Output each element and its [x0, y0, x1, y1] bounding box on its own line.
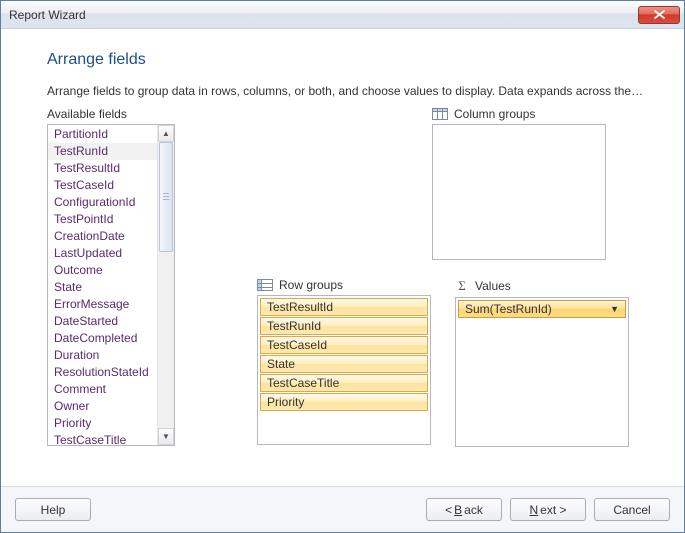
available-fields-label: Available fields: [47, 107, 217, 121]
scroll-track[interactable]: [158, 142, 174, 428]
page-heading: Arrange fields: [47, 51, 656, 69]
close-button[interactable]: [638, 6, 680, 24]
available-field-item[interactable]: Owner: [48, 398, 157, 415]
available-field-item[interactable]: State: [48, 279, 157, 296]
row-groups-section: Row groups TestResultIdTestRunIdTestCase…: [257, 278, 431, 447]
available-field-item[interactable]: Comment: [48, 381, 157, 398]
available-field-item[interactable]: Outcome: [48, 262, 157, 279]
drop-zones: Column groups: [257, 107, 656, 447]
available-field-item[interactable]: ConfigurationId: [48, 194, 157, 211]
column-groups-label-text: Column groups: [454, 107, 535, 121]
available-field-item[interactable]: LastUpdated: [48, 245, 157, 262]
available-field-item[interactable]: DateStarted: [48, 313, 157, 330]
row-groups-label: Row groups: [257, 278, 431, 292]
available-field-item[interactable]: PartitionId: [48, 126, 157, 143]
row-groups-icon: [257, 279, 273, 291]
report-wizard-window: Report Wizard Arrange fields Arrange fie…: [0, 0, 685, 533]
row-groups-list: TestResultIdTestRunIdTestCaseIdStateTest…: [258, 296, 430, 413]
row-and-values: Row groups TestResultIdTestRunIdTestCase…: [257, 278, 656, 447]
wizard-footer: Help < Back Next > Cancel: [1, 486, 684, 532]
dropdown-arrow-icon[interactable]: ▼: [610, 304, 619, 314]
row-group-item[interactable]: TestCaseId: [260, 336, 428, 354]
row-group-item[interactable]: Priority: [260, 393, 428, 411]
available-fields-list[interactable]: PartitionIdTestRunIdTestResultIdTestCase…: [48, 125, 157, 445]
available-fields-scrollbar[interactable]: ▲ ▼: [157, 125, 174, 445]
available-field-item[interactable]: TestRunId: [48, 143, 157, 160]
cancel-button[interactable]: Cancel: [594, 498, 670, 521]
available-field-item[interactable]: TestCaseTitle: [48, 432, 157, 445]
available-field-item[interactable]: ErrorMessage: [48, 296, 157, 313]
value-item[interactable]: Sum(TestRunId)▼: [458, 300, 626, 318]
available-field-item[interactable]: TestPointId: [48, 211, 157, 228]
row-groups-dropzone[interactable]: TestResultIdTestRunIdTestCaseIdStateTest…: [257, 295, 431, 445]
values-label-text: Values: [475, 279, 511, 293]
available-fields-label-text: Available fields: [47, 107, 127, 121]
available-fields-section: Available fields PartitionIdTestRunIdTes…: [47, 107, 217, 447]
window-title: Report Wizard: [9, 8, 638, 22]
available-field-item[interactable]: TestResultId: [48, 160, 157, 177]
row-groups-label-text: Row groups: [279, 278, 343, 292]
column-groups-row: Column groups: [257, 107, 656, 260]
titlebar: Report Wizard: [1, 1, 684, 29]
available-field-item[interactable]: CreationDate: [48, 228, 157, 245]
wizard-body: Arrange fields Arrange fields to group d…: [1, 29, 684, 486]
values-list: Sum(TestRunId)▼: [456, 298, 628, 320]
row-group-item[interactable]: TestResultId: [260, 298, 428, 316]
page-description: Arrange fields to group data in rows, co…: [47, 83, 645, 99]
sigma-icon: Σ: [455, 278, 469, 294]
available-field-item[interactable]: Duration: [48, 347, 157, 364]
scroll-thumb[interactable]: [159, 142, 173, 252]
scroll-up-button[interactable]: ▲: [158, 125, 174, 142]
available-fields-box: PartitionIdTestRunIdTestResultIdTestCase…: [47, 124, 175, 446]
column-groups-label: Column groups: [432, 107, 606, 121]
close-icon: [654, 10, 665, 19]
next-button[interactable]: Next >: [510, 498, 586, 521]
available-field-item[interactable]: Priority: [48, 415, 157, 432]
values-label: Σ Values: [455, 278, 629, 294]
row-group-item[interactable]: TestRunId: [260, 317, 428, 335]
row-group-item[interactable]: State: [260, 355, 428, 373]
values-section: Σ Values Sum(TestRunId)▼: [455, 278, 629, 447]
back-button[interactable]: < Back: [426, 498, 502, 521]
scroll-down-button[interactable]: ▼: [158, 428, 174, 445]
available-field-item[interactable]: ResolutionStateId: [48, 364, 157, 381]
column-groups-section: Column groups: [432, 107, 606, 260]
column-groups-icon: [432, 108, 448, 120]
available-field-item[interactable]: DateCompleted: [48, 330, 157, 347]
column-groups-dropzone[interactable]: [432, 124, 606, 260]
values-dropzone[interactable]: Sum(TestRunId)▼: [455, 297, 629, 447]
available-field-item[interactable]: TestCaseId: [48, 177, 157, 194]
row-group-item[interactable]: TestCaseTitle: [260, 374, 428, 392]
help-button[interactable]: Help: [15, 498, 91, 521]
field-zones: Available fields PartitionIdTestRunIdTes…: [47, 107, 656, 447]
